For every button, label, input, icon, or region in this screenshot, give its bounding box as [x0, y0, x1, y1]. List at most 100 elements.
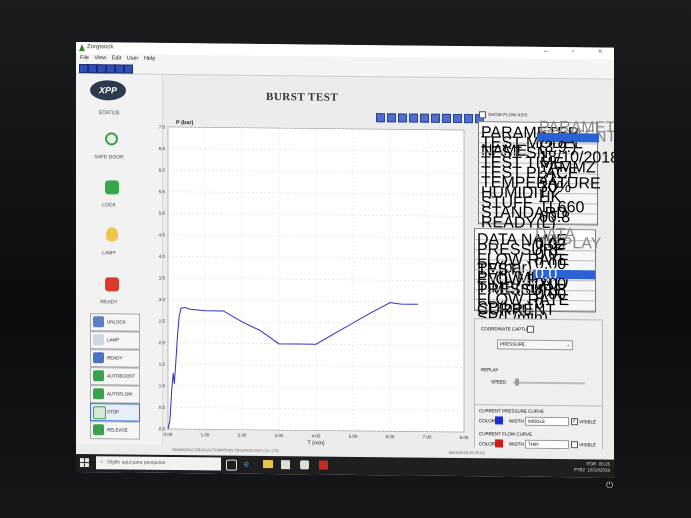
y-tick-label: 5.5: [159, 189, 166, 194]
coordinate-select-value: PRESSURE: [500, 341, 525, 347]
pressure-color-swatch[interactable]: [495, 416, 503, 425]
window-title: Zorgtsock: [87, 44, 114, 51]
toolbar-button-icon[interactable]: [88, 64, 97, 74]
store-icon[interactable]: [281, 460, 290, 470]
pressure-visible-checkbox[interactable]: ✓: [571, 418, 578, 426]
row-value[interactable]: 60.8: [537, 209, 599, 226]
coordinate-select[interactable]: PRESSURE ⌄: [497, 339, 573, 351]
taskbar-search[interactable]: ○ Digite aqui para pesquisar: [96, 456, 221, 471]
y-tick-label: 4.5: [159, 232, 166, 237]
app-icon: [79, 44, 85, 51]
coordinate-label: COORDINATE CAPTURE: [481, 326, 534, 332]
menu-user[interactable]: User: [127, 56, 139, 62]
play-icon: [93, 388, 104, 400]
row-value[interactable]: 0: [533, 296, 595, 313]
x-tick-label: 8.00: [460, 435, 469, 440]
play-icon: [93, 370, 104, 382]
toolbar-button-icon[interactable]: [124, 64, 133, 74]
stop-icon: [93, 406, 106, 420]
app-icon[interactable]: [300, 460, 309, 470]
y-tick-label: 6.5: [159, 146, 166, 151]
x-tick-label: 1.00: [201, 432, 210, 437]
lamp-button[interactable]: LAMP: [90, 331, 140, 350]
application-window: Zorgtsock – ▫ × File View Edit User Help…: [76, 42, 614, 478]
maximize-icon[interactable]: ▫: [572, 48, 574, 55]
flow-visible-checkbox[interactable]: [571, 441, 578, 449]
x-tick-label: 6.00: [386, 434, 395, 439]
y-tick-label: 0.0: [159, 426, 166, 431]
footer-datetime: 18/10/2018 05:25:00: [448, 449, 485, 456]
y-tick-label: 3.5: [159, 275, 166, 280]
toolbar-button-icon[interactable]: [115, 64, 124, 74]
lamp-button-label: LAMP: [107, 337, 120, 343]
system-tray: POR 05:25 PTB2 18/10/2018: [574, 461, 610, 473]
unlock-button[interactable]: UNLOCK: [90, 313, 140, 332]
safe-door-label: SAFE DOOR: [94, 154, 124, 161]
y-tick-label: 1.5: [159, 362, 166, 367]
speed-slider-handle[interactable]: [515, 378, 519, 386]
lock-icon: [105, 180, 119, 195]
toolbar-button-icon[interactable]: [79, 64, 88, 74]
show-flow-checkbox[interactable]: SHOW FLOW AXIS: [479, 111, 528, 119]
search-placeholder: Digite aqui para pesquisar: [107, 459, 166, 466]
file-explorer-icon[interactable]: [263, 459, 273, 469]
app-icon[interactable]: [319, 460, 328, 470]
y-tick-label: 2.5: [159, 319, 166, 324]
toolbar-button-icon[interactable]: [106, 64, 115, 74]
autoboost-button[interactable]: AUTOBOOST: [90, 367, 140, 386]
menu-help[interactable]: Help: [144, 56, 155, 62]
arrow-up-icon: [93, 352, 104, 364]
pressure-color-label: COLOR: [479, 418, 496, 424]
menu-view[interactable]: View: [94, 55, 106, 61]
x-tick-label: 5.00: [349, 434, 358, 439]
ready-label: READY: [100, 299, 118, 306]
stop-button[interactable]: STOP: [90, 403, 140, 422]
y-tick-label: 5.0: [159, 211, 166, 216]
pressure-curve-label: CURRENT PRESSURE CURVE: [479, 408, 544, 414]
coordinate-checkbox[interactable]: [527, 325, 534, 333]
speed-slider[interactable]: [513, 381, 585, 385]
y-axis-label: P (bar): [176, 120, 193, 126]
coordinate-panel: COORDINATE CAPTURE PRESSURE ⌄ REPLAY SPEE…: [474, 318, 603, 407]
edge-icon[interactable]: e: [244, 459, 249, 469]
xpp-logo: XPP: [90, 80, 126, 101]
checkbox-icon[interactable]: [479, 111, 486, 119]
flow-color-label: COLOR: [479, 441, 496, 447]
toolbar-button-icon[interactable]: [97, 64, 106, 74]
show-flow-label: SHOW FLOW AXIS: [488, 112, 528, 118]
stop-label: STOP: [107, 409, 120, 415]
autoflow-button[interactable]: AUTOFLOW: [90, 385, 140, 404]
pressure-width-label: WIDTH: [509, 418, 524, 424]
pressure-chart: 0.0 0.5 1.0 1.5 2.0 2.5 3.0 3.5 4.0 4.5 5.0 5.5 6.0 6…: [159, 120, 469, 447]
ready-button[interactable]: READY: [90, 349, 140, 368]
unlock-icon: [93, 316, 104, 328]
menu-file[interactable]: File: [80, 55, 89, 61]
table-row: CURRENT SEGMENT(seg)0: [475, 296, 595, 337]
replay-label: REPLAY: [481, 367, 499, 373]
task-view-icon[interactable]: [226, 459, 237, 471]
lamp-label: LAMP: [102, 250, 116, 257]
clock-time[interactable]: 05:25: [599, 461, 610, 466]
safe-door-icon: [105, 132, 118, 146]
x-tick-label: 0.00: [164, 432, 173, 437]
pressure-width-select[interactable]: MIDDLE: [525, 416, 569, 427]
status-label: STATUS: [98, 110, 120, 117]
x-tick-label: 7.00: [423, 435, 432, 440]
flow-color-swatch[interactable]: [495, 439, 503, 448]
keyboard-layout[interactable]: PTB2: [574, 467, 585, 472]
release-button[interactable]: RELEASE: [90, 421, 140, 440]
minimize-icon[interactable]: –: [544, 48, 548, 55]
windows-start-icon[interactable]: [80, 458, 89, 468]
language-indicator[interactable]: POR: [586, 461, 596, 466]
autoboost-label: AUTOBOOST: [107, 373, 136, 379]
flow-width-select[interactable]: THIN: [525, 439, 569, 450]
lamp-icon: [106, 227, 118, 242]
company-name: SHANGHAI ZIRUS AUTOMATION TECHNOLOGY CO.…: [172, 447, 279, 454]
y-tick-label: 4.0: [159, 254, 166, 259]
close-icon[interactable]: ×: [598, 48, 602, 55]
check-icon: [93, 424, 104, 436]
menu-edit[interactable]: Edit: [112, 55, 121, 61]
power-icon[interactable]: ⏻: [606, 480, 613, 491]
y-tick-label: 3.0: [159, 297, 166, 302]
clock-date[interactable]: 18/10/2018: [587, 467, 610, 472]
